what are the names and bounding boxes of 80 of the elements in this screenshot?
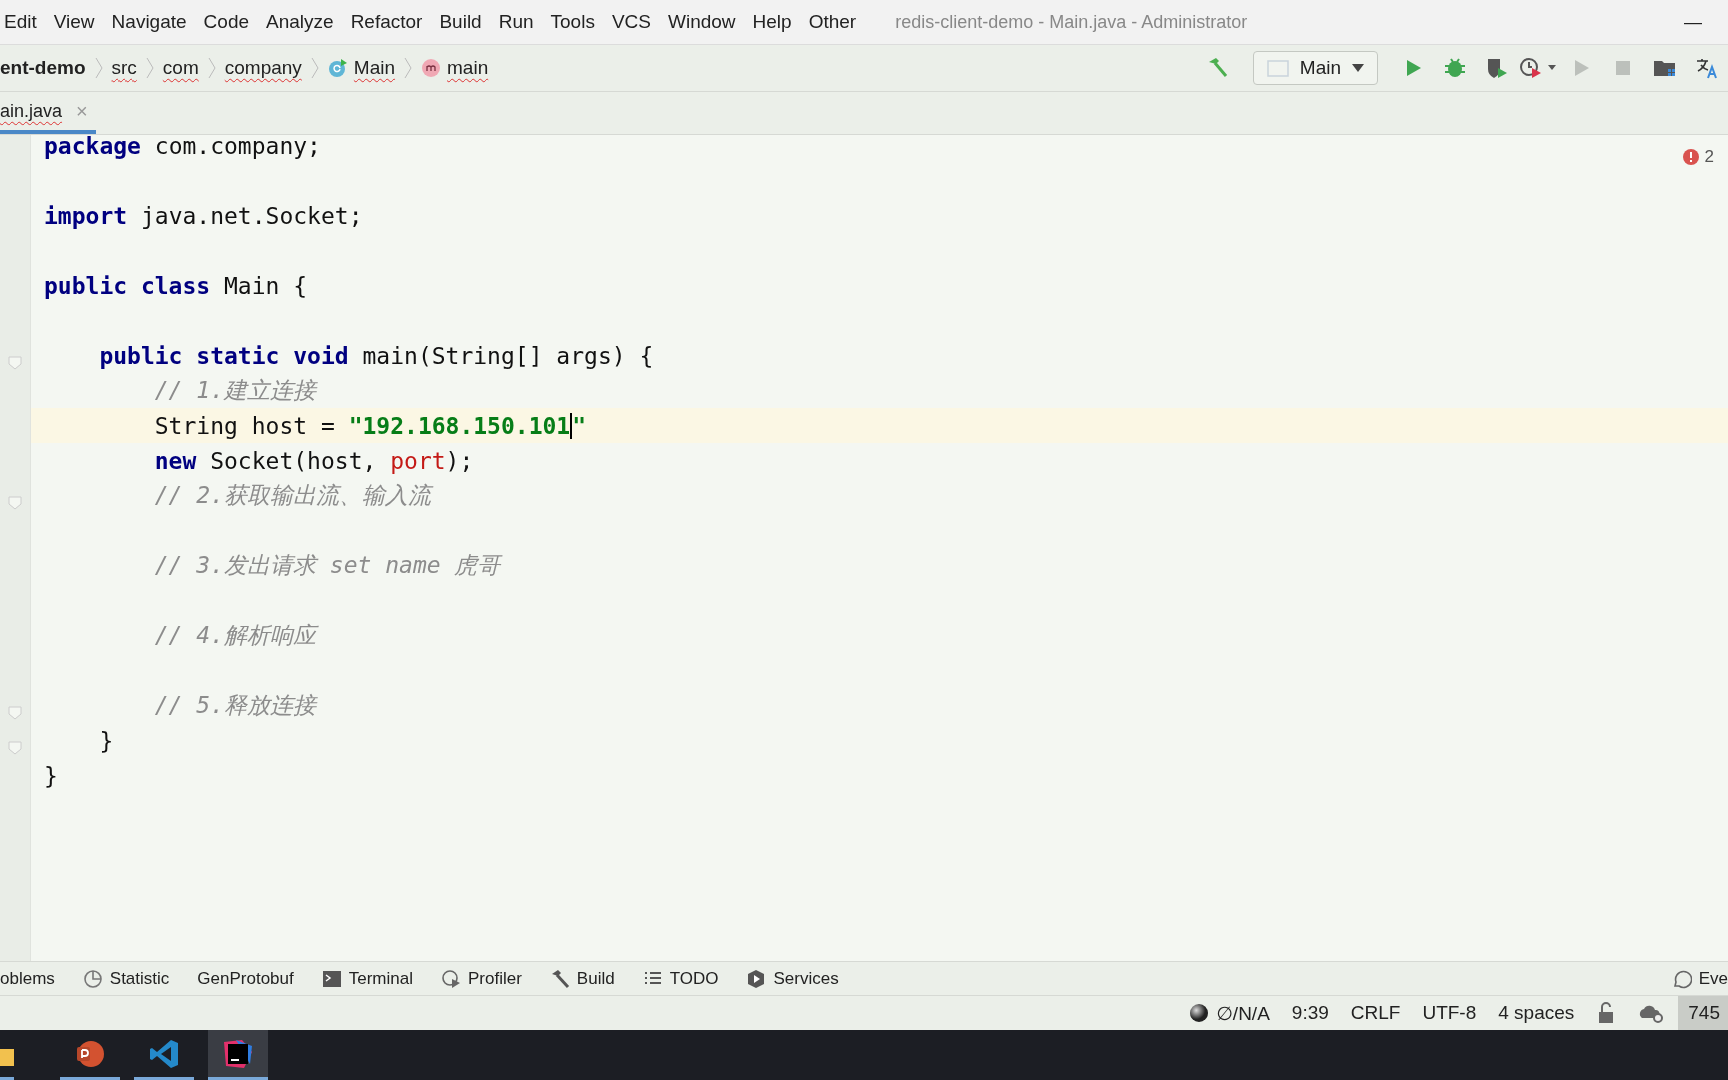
method-icon (421, 58, 442, 78)
clock-run-icon (441, 968, 461, 989)
code-token: } (44, 762, 58, 789)
class-icon (327, 58, 348, 78)
breadcrumb-item[interactable]: company (224, 57, 302, 79)
menu-item[interactable]: Help (752, 11, 792, 33)
menu-item[interactable]: Refactor (350, 11, 423, 33)
breadcrumb-item[interactable]: ent-demo (0, 57, 86, 79)
menu-item[interactable]: Build (439, 11, 482, 33)
menu-item[interactable]: Run (498, 11, 534, 33)
menu-item[interactable]: VCS (611, 11, 651, 33)
breadcrumb-item[interactable]: src (111, 57, 137, 79)
code-token: public class (44, 272, 211, 299)
code-token: port (390, 447, 446, 474)
menu-item[interactable]: View (53, 11, 95, 33)
tool-window-tab[interactable]: Services (773, 968, 839, 989)
menu-item[interactable]: Navigate (111, 11, 187, 33)
tool-window-tab[interactable]: oblems (0, 968, 55, 989)
code-token: "192.168.150.101 (348, 412, 573, 439)
breadcrumb-item[interactable]: main (447, 57, 489, 79)
pie-chart-icon (82, 968, 103, 989)
menu-item[interactable]: Code (203, 11, 249, 33)
bug-icon[interactable] (1443, 56, 1467, 80)
tool-window-tab[interactable]: Profiler (468, 968, 522, 989)
run-configuration-dropdown[interactable]: Main (1252, 51, 1378, 85)
code-token: " (572, 412, 587, 439)
window-title: redis-client-demo - Main.java - Administrator (895, 11, 1249, 33)
status-item[interactable]: 4 spaces (1498, 1002, 1575, 1024)
code-token: // 5.释放连接 (153, 691, 316, 720)
code-token: String host = (153, 412, 336, 439)
tool-window-tab[interactable]: TODO (669, 968, 719, 989)
code-token: } (98, 727, 114, 754)
code-token: // 3.发出请求 set name 虎哥 (153, 551, 501, 580)
code-token: main(String[] args) { (361, 342, 654, 369)
code-token: java.net.Socket; (139, 202, 363, 229)
menu-item[interactable]: Analyze (266, 11, 334, 33)
clock-run-icon[interactable] (1519, 56, 1559, 80)
menu-item[interactable]: Tools (550, 11, 595, 33)
vcs-status[interactable]: ∅/N/A (1216, 1001, 1270, 1025)
code-token: ); (445, 447, 474, 474)
menu-item[interactable]: Other (808, 11, 857, 33)
breadcrumb-item[interactable]: com (162, 57, 199, 79)
shield-run-icon[interactable] (1485, 56, 1509, 80)
memory-indicator[interactable]: 745 (1678, 996, 1728, 1030)
code-token: // 1.建立连接 (153, 376, 316, 405)
window-icon (1265, 58, 1290, 78)
chevron-icon (207, 57, 216, 79)
status-item[interactable]: UTF-8 (1422, 1002, 1477, 1024)
code-token: public static void (98, 342, 349, 369)
code-token: package (44, 135, 141, 159)
chevron-icon (145, 57, 154, 79)
tool-window-tab[interactable]: Build (576, 968, 615, 989)
chevron-icon (310, 57, 319, 79)
error-count: 2 (1704, 147, 1714, 167)
tool-window-tab[interactable]: Eve (1698, 968, 1728, 989)
terminal-icon (321, 968, 342, 989)
tool-window-tab[interactable]: GenProtobuf (197, 968, 294, 989)
speech-bubble-icon (1671, 968, 1692, 989)
tool-window-tab[interactable]: Statistic (109, 968, 170, 989)
status-dot-icon (1189, 1003, 1210, 1023)
caret-icon (1351, 63, 1365, 73)
tool-window-tab[interactable]: Terminal (348, 968, 413, 989)
code-token: com.company; (153, 135, 321, 159)
code-token: Socket(host, (209, 447, 378, 474)
status-item[interactable]: 9:39 (1291, 1002, 1329, 1024)
services-icon (746, 968, 767, 989)
error-icon[interactable] (1682, 149, 1699, 165)
minimize-button[interactable]: — (1684, 11, 1702, 33)
code-editor-app-icon[interactable] (148, 1037, 180, 1070)
breadcrumb-item[interactable]: Main (353, 57, 396, 79)
ide-app-icon[interactable] (222, 1037, 254, 1070)
code-token: new (153, 447, 197, 474)
chevron-icon (404, 57, 413, 79)
code-token: Main { (223, 272, 308, 299)
code-token: import (44, 202, 128, 229)
menu-item[interactable]: Edit (4, 11, 37, 33)
status-item[interactable]: CRLF (1350, 1002, 1401, 1024)
chevron-icon (94, 57, 103, 79)
menu-item[interactable]: Window (668, 11, 736, 33)
translate-icon[interactable] (1695, 56, 1719, 80)
